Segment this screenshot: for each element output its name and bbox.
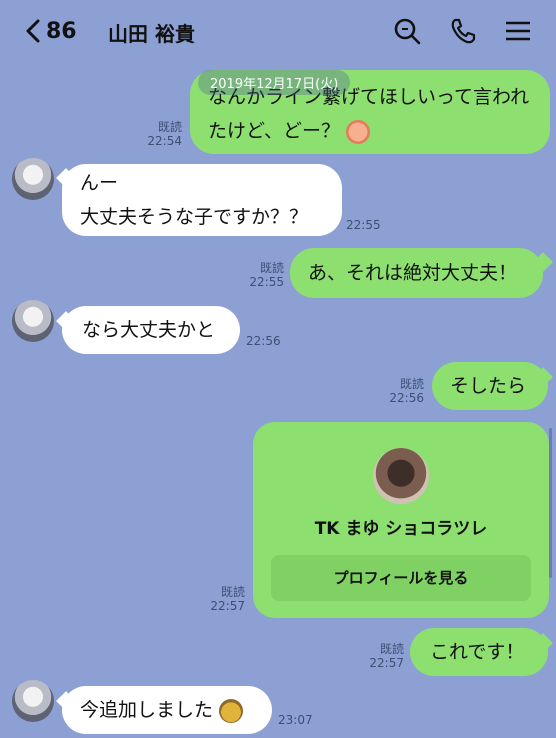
back-button[interactable]: 86 <box>24 14 77 48</box>
face-emoji <box>346 119 371 144</box>
message-text: 大丈夫そうな子ですか？？ <box>80 206 309 228</box>
message-text: あ、それは絶対大丈夫！ <box>308 262 518 284</box>
read-receipt: 既読 <box>379 642 404 656</box>
message-time: 22:55 <box>249 275 284 289</box>
message-bubble[interactable]: そしたら <box>432 362 548 410</box>
scrollbar[interactable] <box>549 428 552 578</box>
message-time: 22:56 <box>389 391 424 405</box>
chat-header: 86 山田 裕貴 <box>0 0 556 62</box>
avatar[interactable] <box>12 680 54 722</box>
message-time: 22:57 <box>369 656 404 670</box>
menu-icon[interactable] <box>503 16 533 46</box>
read-receipt: 既読 <box>220 585 245 599</box>
message-time: 22:56 <box>246 334 281 348</box>
message-text: んー <box>80 172 119 194</box>
message-bubble[interactable]: んー 大丈夫そうな子ですか？？ <box>62 164 342 236</box>
avatar[interactable] <box>12 300 54 342</box>
message-bubble[interactable]: あ、それは絶対大丈夫！ <box>290 248 543 298</box>
message-time: 22:55 <box>346 218 381 232</box>
phone-icon[interactable] <box>448 16 478 46</box>
message-time: 22:54 <box>147 134 182 148</box>
chevron-left-icon <box>26 19 40 43</box>
read-receipt: 既読 <box>259 261 284 275</box>
message-bubble[interactable]: 今追加しました <box>62 686 272 734</box>
date-separator: 2019年12月17日(火) <box>198 70 351 95</box>
message-bubble[interactable]: なら大丈夫かと <box>62 306 240 354</box>
unread-count: 86 <box>46 18 77 44</box>
message-text: なら大丈夫かと <box>82 319 216 341</box>
message-time: 22:57 <box>210 599 245 613</box>
message-text: これです！ <box>430 641 525 663</box>
message-text: そしたら <box>450 375 527 397</box>
avatar[interactable] <box>12 158 54 200</box>
contact-name: TK まゆ ショコラツレ <box>314 519 488 539</box>
message-bubble[interactable]: これです！ <box>410 628 548 676</box>
contact-avatar[interactable] <box>373 448 429 504</box>
bowing-emoji <box>219 698 244 723</box>
read-receipt: 既読 <box>157 120 182 134</box>
message-text: 今追加しました <box>80 699 214 721</box>
read-receipt: 既読 <box>399 377 424 391</box>
message-time: 23:07 <box>278 713 313 727</box>
search-icon[interactable] <box>392 16 422 46</box>
contact-card[interactable]: TK まゆ ショコラツレ プロフィールを見る <box>253 422 549 618</box>
view-profile-button[interactable]: プロフィールを見る <box>271 555 531 601</box>
chat-title: 山田 裕貴 <box>108 22 195 46</box>
